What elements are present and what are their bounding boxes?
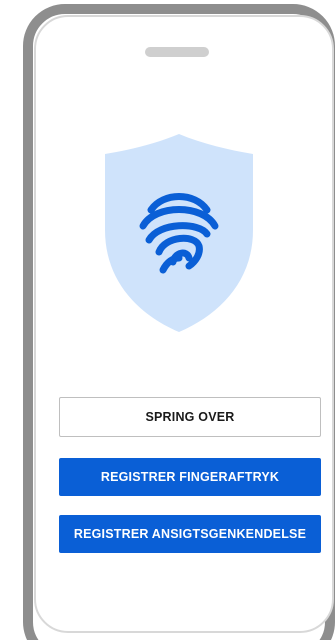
skip-button[interactable]: SPRING OVER: [59, 397, 321, 437]
phone-illustration: SPRING OVER REGISTRER FINGERAFTRYK REGIS…: [0, 0, 336, 640]
shield-icon: [103, 130, 255, 334]
register-fingerprint-button[interactable]: REGISTRER FINGERAFTRYK: [59, 458, 321, 496]
register-face-recognition-button[interactable]: REGISTRER ANSIGTSGENKENDELSE: [59, 515, 321, 553]
phone-speaker: [145, 47, 209, 57]
